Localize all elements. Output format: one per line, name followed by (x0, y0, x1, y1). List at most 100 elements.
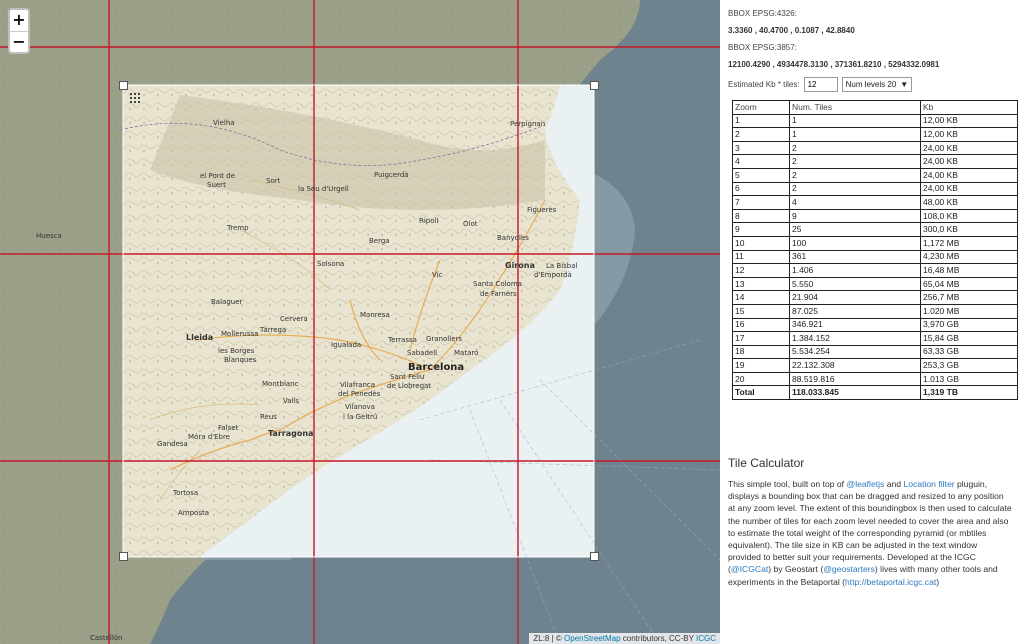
num-tiles-cell: 1.384.152 (789, 331, 921, 346)
place-label: Barcelona (408, 362, 465, 373)
place-label: Perpignan (510, 120, 546, 128)
place-label: Granollers (426, 335, 463, 343)
place-label: Solsona (317, 260, 345, 268)
leafletjs-link[interactable]: @leafletjs (846, 479, 884, 489)
place-label: Cervera (280, 315, 308, 323)
place-label: Sabadell (407, 349, 438, 357)
total-tiles-cell: 118.033.845 (789, 385, 921, 401)
zoom-cell: 8 (732, 208, 790, 224)
zoom-in-button[interactable]: + (10, 10, 28, 31)
place-label: les Borges (218, 347, 255, 355)
table-row: 8 9 108,0 KB (732, 208, 1018, 224)
place-label: Vilafranca (340, 381, 376, 389)
about-text-1: This simple tool, built on top of (728, 479, 847, 490)
map-view[interactable]: + − Vielha el Pont de Suert Sort la Seu … (0, 0, 720, 644)
place-label: Blanques (224, 356, 257, 364)
bbox-3857-label: BBOX EPSG:3857: (728, 43, 797, 52)
table-row: 4 2 24,00 KB (732, 154, 1018, 169)
bbox-handle-bottom-right[interactable] (590, 552, 599, 561)
num-tiles-cell: 346.921 (789, 317, 921, 333)
location-filter-link[interactable]: Location filter (903, 479, 954, 489)
bbox-handle-top-left[interactable] (119, 81, 128, 90)
place-label: Reus (260, 413, 277, 421)
attribution-middle: contributors, CC-BY (622, 634, 694, 643)
table-row: 10 100 1,172 MB (732, 235, 1018, 251)
place-label: Figueres (527, 206, 557, 214)
zoom-cell: 17 (732, 331, 790, 346)
place-label: Montblanc (262, 380, 299, 388)
place-label: Tarragona (268, 429, 314, 438)
place-label: Berga (369, 237, 390, 245)
table-row: 18 5.534.254 63,33 GB (732, 344, 1018, 360)
icgcat-link[interactable]: @ICGCat (731, 564, 768, 574)
num-tiles-cell: 2 (789, 181, 921, 197)
about-text-6: ) (936, 576, 940, 587)
place-label: de Llobregat (387, 382, 432, 390)
place-label: Sort (266, 177, 281, 185)
num-tiles-cell: 5.550 (789, 276, 921, 292)
num-tiles-cell: 1.406 (789, 263, 921, 278)
num-tiles-cell: 1 (789, 127, 921, 142)
bbox-handle-bottom-left[interactable] (119, 552, 128, 561)
bbox-move-handle[interactable] (130, 93, 143, 104)
place-label: Gandesa (157, 440, 188, 448)
place-label: Balaguer (211, 298, 243, 306)
place-label: Castellón (90, 634, 123, 642)
num-tiles-cell: 2 (789, 154, 921, 169)
num-tiles-cell: 21.904 (789, 290, 921, 305)
kb-cell: 3,970 GB (920, 317, 1018, 333)
table-row: 15 87.025 1.020 MB (732, 303, 1018, 319)
num-tiles-cell: 25 (789, 222, 921, 237)
about-text: This simple tool, built on top of @leafl… (728, 478, 1016, 588)
num-levels-select[interactable]: Num levels 20 ▼ (841, 77, 913, 92)
place-label: del Penedès (338, 390, 381, 398)
table-row: 14 21.904 256,7 MB (732, 290, 1018, 305)
place-label: La Bisbal (546, 262, 578, 270)
zoom-cell: 12 (732, 263, 790, 278)
zoom-cell: 18 (732, 344, 790, 360)
about-text-3: pluguin, displays a bounding box that ca… (728, 479, 1012, 575)
zoom-cell: 10 (732, 235, 790, 251)
tiles-table: Zoom Num. Tiles Kb 1 1 12,00 KB 2 1 12,00 KB 3… (732, 100, 1018, 401)
kb-cell: 48,00 KB (920, 195, 1018, 210)
kb-cell: 15,84 GB (920, 331, 1018, 346)
kb-cell: 16,48 MB (920, 263, 1018, 278)
about-text-2: and (884, 479, 904, 490)
table-row: 19 22.132.308 253,3 GB (732, 358, 1018, 373)
zoom-out-button[interactable]: − (10, 31, 28, 52)
kb-cell: 1.013 GB (920, 371, 1018, 387)
zoom-cell: 6 (732, 181, 790, 197)
place-label: Ripoll (419, 217, 439, 225)
table-row: 20 88.519.816 1.013 GB (732, 371, 1018, 387)
place-label: Lleida (186, 333, 214, 342)
kb-cell: 24,00 KB (920, 181, 1018, 197)
place-label: i la Geltrú (343, 413, 378, 421)
zoom-cell: 19 (732, 358, 790, 373)
num-tiles-cell: 2 (789, 140, 921, 156)
place-label: Puigcerdà (374, 171, 409, 179)
num-tiles-cell: 22.132.308 (789, 358, 921, 373)
table-row: 5 2 24,00 KB (732, 167, 1018, 183)
zoom-cell: 3 (732, 140, 790, 156)
table-row: 16 346.921 3,970 GB (732, 317, 1018, 333)
table-row: 9 25 300,0 KB (732, 222, 1018, 237)
column-header: Zoom (732, 100, 790, 115)
zoom-cell: 7 (732, 195, 790, 210)
betaportal-link[interactable]: http://betaportal.icgc.cat (845, 577, 936, 587)
bbox-handle-top-right[interactable] (590, 81, 599, 90)
kb-cell: 1,172 MB (920, 235, 1018, 251)
kb-cell: 1.020 MB (920, 303, 1018, 319)
table-row: 1 1 12,00 KB (732, 113, 1018, 129)
table-row: 7 4 48,00 KB (732, 195, 1018, 210)
estimated-kb-input[interactable] (803, 77, 838, 92)
kb-cell: 12,00 KB (920, 113, 1018, 129)
icgc-link[interactable]: ICGC (696, 634, 716, 643)
table-row: 17 1.384.152 15,84 GB (732, 331, 1018, 346)
estimate-row: Estimated Kb * tiles: Num levels 20 ▼ (728, 77, 1016, 92)
zoom-cell: 5 (732, 167, 790, 183)
estimated-kb-label: Estimated Kb * tiles: (728, 80, 800, 89)
place-label: Tàrrega (260, 326, 287, 334)
geostarters-link[interactable]: @geostarters (823, 564, 875, 574)
openstreetmap-link[interactable]: OpenStreetMap (564, 634, 620, 643)
table-row: 6 2 24,00 KB (732, 181, 1018, 197)
